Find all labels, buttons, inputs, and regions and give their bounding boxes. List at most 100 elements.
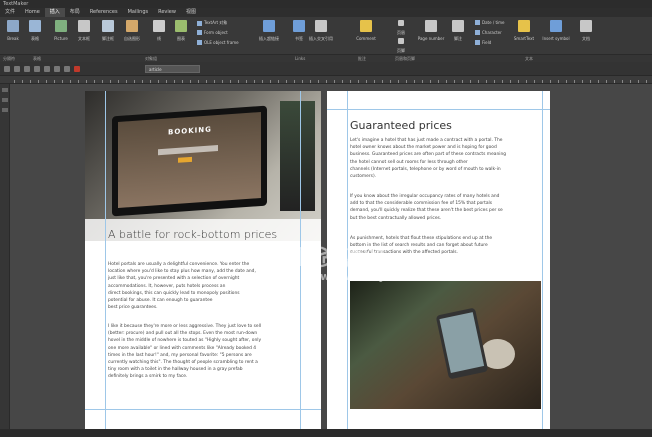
ruler-tick (254, 80, 255, 83)
date-icon (475, 20, 480, 25)
ruler-tick (558, 80, 559, 83)
ribbon-small-button-2[interactable]: OLE object frame (197, 40, 239, 45)
ruler-tick (478, 80, 479, 83)
pointer-icon[interactable] (64, 65, 70, 72)
print-icon[interactable] (34, 65, 40, 72)
comment-icon (360, 20, 372, 32)
ruler-tick (622, 80, 623, 83)
ribbon-small-button-3[interactable]: Date / time (475, 20, 505, 25)
ribbon-button-6[interactable]: 线 (148, 20, 170, 42)
menu-item-7[interactable]: 视图 (181, 8, 201, 17)
ribbon-small-button-1[interactable]: Form object (197, 30, 228, 35)
ribbon-tool-10[interactable]: 文档 (575, 20, 597, 42)
ruler-tick (318, 80, 319, 83)
ruler-tick (46, 80, 47, 83)
ruler-tick (86, 80, 87, 83)
menu-item-5[interactable]: Mailings (123, 8, 154, 17)
menu-item-1[interactable]: Home (20, 8, 45, 17)
menu-item-4[interactable]: References (85, 8, 123, 17)
form-icon (197, 30, 202, 35)
ruler-tick (438, 80, 439, 83)
watermark-text: 数码资源网 (275, 246, 386, 271)
zoom-icon[interactable] (2, 108, 8, 112)
open-icon[interactable] (14, 65, 20, 72)
ruler-tick (238, 80, 239, 83)
ribbon-button-7[interactable]: 图表 (170, 20, 192, 42)
margin-guide (105, 91, 106, 431)
ribbon-button-4[interactable]: 脚注框 (97, 20, 119, 42)
ruler-tick (174, 80, 175, 83)
horizontal-ruler[interactable] (0, 76, 652, 84)
header-icon (398, 20, 404, 26)
ribbon-button-2[interactable]: Picture (50, 20, 72, 41)
ruler-tick (614, 80, 615, 83)
page2-heading[interactable]: Guaranteed prices (350, 119, 452, 132)
ribbon-tool-label: 页眉 (397, 30, 405, 35)
ribbon-button-5[interactable]: 自选图形 (121, 20, 143, 42)
page2-paragraph-2[interactable]: If you know about the irregular occupanc… (350, 193, 545, 222)
ribbon-tool-label: Insert symbol (542, 36, 570, 41)
ruler-tick (150, 80, 151, 83)
ribbon-small-label: Field (482, 40, 492, 45)
ribbon-button-1[interactable]: 表格 (24, 20, 46, 42)
ribbon-tool-8[interactable]: SmartText (513, 20, 535, 41)
style-field[interactable]: article (145, 65, 200, 73)
ribbon-button-3[interactable]: 文本框 (73, 20, 95, 42)
ribbon-small-button-4[interactable]: Character (475, 30, 502, 35)
ruler-tick (630, 80, 631, 83)
ribbon-tool-6[interactable]: Page number (418, 20, 444, 41)
ruler-tick (134, 80, 135, 83)
ribbon-tool-4[interactable]: 页眉 (390, 20, 412, 36)
ribbon-button-label: 文本框 (78, 36, 90, 41)
ruler-tick (470, 80, 471, 83)
page1-heading[interactable]: A battle for rock-bottom prices (108, 228, 277, 241)
ruler-tick (270, 80, 271, 83)
footnote-icon (452, 20, 464, 32)
ribbon-tool-0[interactable]: 插入超链接 (258, 20, 280, 42)
ribbon-tool-9[interactable]: Insert symbol (542, 20, 570, 41)
page2-paragraph-1[interactable]: Let's imagine a hotel that has just made… (350, 137, 545, 180)
ribbon-tool-3[interactable]: Comment (355, 20, 377, 41)
save-icon[interactable] (24, 65, 30, 72)
ribbon-small-button-5[interactable]: Field (475, 40, 491, 45)
ribbon-button-label: Picture (54, 36, 68, 41)
ribbon-small-label: Character (482, 30, 502, 35)
view-icon[interactable] (2, 88, 8, 92)
ruler-tick (510, 80, 511, 83)
ribbon-tool-7[interactable]: 脚注 (447, 20, 469, 42)
ruler-tick (582, 80, 583, 83)
new-icon[interactable] (4, 65, 10, 72)
break-icon (7, 20, 19, 32)
laptop-image: BOOKING (112, 105, 267, 217)
status-bar (0, 429, 652, 437)
ruler-tick (110, 80, 111, 83)
ruler-tick (166, 80, 167, 83)
redo-icon[interactable] (54, 65, 60, 72)
ruler-tick (294, 80, 295, 83)
undo-icon[interactable] (44, 65, 50, 72)
vertical-ruler[interactable] (0, 84, 10, 429)
page1-paragraph-2[interactable]: I like it because they're more or less a… (108, 323, 308, 381)
ruler-tick (486, 80, 487, 83)
menu-item-0[interactable]: 文件 (0, 8, 20, 17)
ribbon-tool-2[interactable]: 插入交叉引用 (309, 20, 333, 42)
ruler-tick (246, 80, 247, 83)
ribbon-tool-label: SmartText (513, 36, 535, 41)
menu-item-2[interactable]: 插入 (44, 8, 65, 17)
ruler-tick (22, 80, 23, 83)
ribbon-tool-label: 文档 (582, 36, 590, 41)
ribbon-small-button-0[interactable]: TextArt 对象 (197, 20, 227, 26)
ruler-tick (62, 80, 63, 83)
menu-item-6[interactable]: Review (153, 8, 181, 17)
ruler-tick (190, 80, 191, 83)
ribbon-tool-1[interactable]: 书签 (288, 20, 310, 42)
ribbon-button-label: 图表 (177, 36, 185, 41)
menu-item-3[interactable]: 布局 (65, 8, 85, 17)
outline-icon[interactable] (2, 98, 8, 102)
ribbon-button-0[interactable]: Break (2, 20, 24, 41)
close-doc-icon[interactable] (74, 65, 80, 72)
textart-icon (197, 20, 202, 26)
ruler-tick (222, 80, 223, 83)
ruler-tick (358, 80, 359, 83)
ribbon-tool-5[interactable]: 页脚 (390, 38, 412, 54)
